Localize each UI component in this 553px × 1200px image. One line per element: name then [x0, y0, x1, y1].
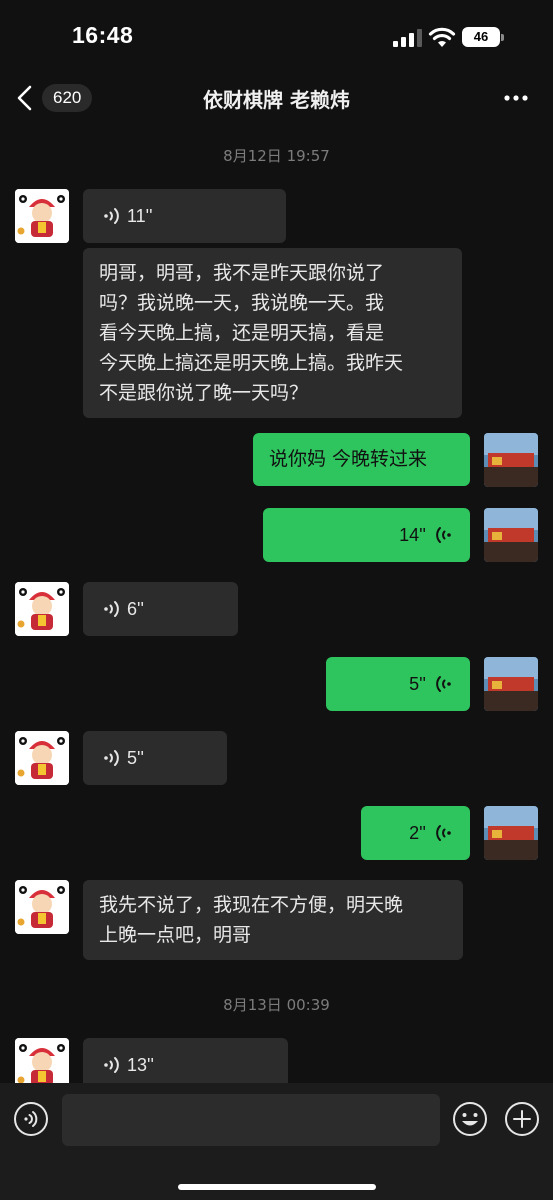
voice-duration: 6'': [127, 599, 144, 619]
message-text-line: 我先不说了，我现在不方便，明天晚: [99, 894, 404, 916]
contact-avatar[interactable]: [15, 880, 69, 934]
voice-message-outgoing[interactable]: 5'': [326, 657, 470, 711]
wifi-icon: [428, 27, 456, 47]
message-text-line: 吗？我说晚一天，我说晚一天。我: [99, 292, 385, 314]
voice-duration: 11'': [127, 206, 153, 226]
photo-avatar-icon: [484, 657, 538, 711]
message-text: 说你妈 今晚转过来: [269, 448, 428, 470]
emoji-icon[interactable]: [452, 1101, 488, 1137]
cartoon-avatar-icon: [15, 189, 69, 243]
message-input[interactable]: [62, 1094, 440, 1146]
chevron-left-icon: [17, 85, 32, 111]
voice-duration: 2'': [409, 823, 426, 843]
voice-wave-icon: [104, 601, 119, 617]
my-avatar[interactable]: [484, 433, 538, 487]
chat-header: 依财棋牌 老赖炜 620: [0, 70, 553, 128]
status-bar: 16:48 46: [0, 0, 553, 70]
voice-duration: 14'': [399, 525, 426, 545]
unread-count-badge: 620: [42, 84, 93, 112]
message-timestamp: 8月13日 00:39: [223, 996, 330, 1014]
back-button[interactable]: 620: [14, 80, 98, 116]
cartoon-avatar-icon: [15, 880, 69, 934]
cellular-signal-icon: [393, 29, 422, 47]
photo-avatar-icon: [484, 433, 538, 487]
voice-wave-icon: [436, 676, 451, 692]
message-text-line: 明哥，明哥，我不是昨天跟你说了: [99, 262, 385, 284]
battery-level: 46: [462, 27, 500, 47]
voice-wave-icon: [104, 208, 119, 224]
voice-wave-icon: [436, 825, 451, 841]
message-timestamp: 8月12日 19:57: [223, 147, 330, 165]
battery-icon: 46: [462, 27, 504, 47]
voice-message[interactable]: 6'': [83, 582, 238, 636]
contact-avatar[interactable]: [15, 731, 69, 785]
voice-message-outgoing[interactable]: 14'': [263, 508, 470, 562]
more-options-icon[interactable]: [496, 84, 536, 112]
message-text-line: 今天晚上搞还是明天晚上搞。我昨天: [99, 352, 404, 374]
voice-input-toggle-icon[interactable]: [13, 1101, 49, 1137]
voice-message[interactable]: 11'': [83, 189, 286, 243]
photo-avatar-icon: [484, 806, 538, 860]
message-text-line: 看今天晚上搞，还是明天搞，看是: [99, 322, 385, 344]
message-input-bar: [0, 1083, 553, 1200]
message-text-line: 不是跟你说了晚一天吗？: [99, 382, 309, 404]
voice-wave-icon: [436, 527, 451, 543]
my-avatar[interactable]: [484, 806, 538, 860]
voice-wave-icon: [104, 1057, 119, 1073]
contact-avatar[interactable]: [15, 582, 69, 636]
status-time: 16:48: [72, 22, 134, 48]
cartoon-avatar-icon: [15, 731, 69, 785]
cartoon-avatar-icon: [15, 582, 69, 636]
voice-duration: 5'': [409, 674, 426, 694]
plus-icon[interactable]: [504, 1101, 540, 1137]
message-text-line: 上晚一点吧，明哥: [99, 924, 252, 946]
voice-message[interactable]: 5'': [83, 731, 227, 785]
text-message[interactable]: 明哥，明哥，我不是昨天跟你说了 吗？我说晚一天，我说晚一天。我 看今天晚上搞，还…: [83, 248, 462, 418]
voice-message-outgoing[interactable]: 2'': [361, 806, 470, 860]
home-indicator[interactable]: [178, 1184, 376, 1190]
voice-duration: 5'': [127, 748, 144, 768]
text-message[interactable]: 我先不说了，我现在不方便，明天晚 上晚一点吧，明哥: [83, 880, 463, 960]
contact-avatar[interactable]: [15, 189, 69, 243]
voice-wave-icon: [104, 750, 119, 766]
text-message-outgoing[interactable]: 说你妈 今晚转过来: [253, 433, 470, 486]
photo-avatar-icon: [484, 508, 538, 562]
my-avatar[interactable]: [484, 657, 538, 711]
voice-duration: 13'': [127, 1055, 154, 1075]
my-avatar[interactable]: [484, 508, 538, 562]
